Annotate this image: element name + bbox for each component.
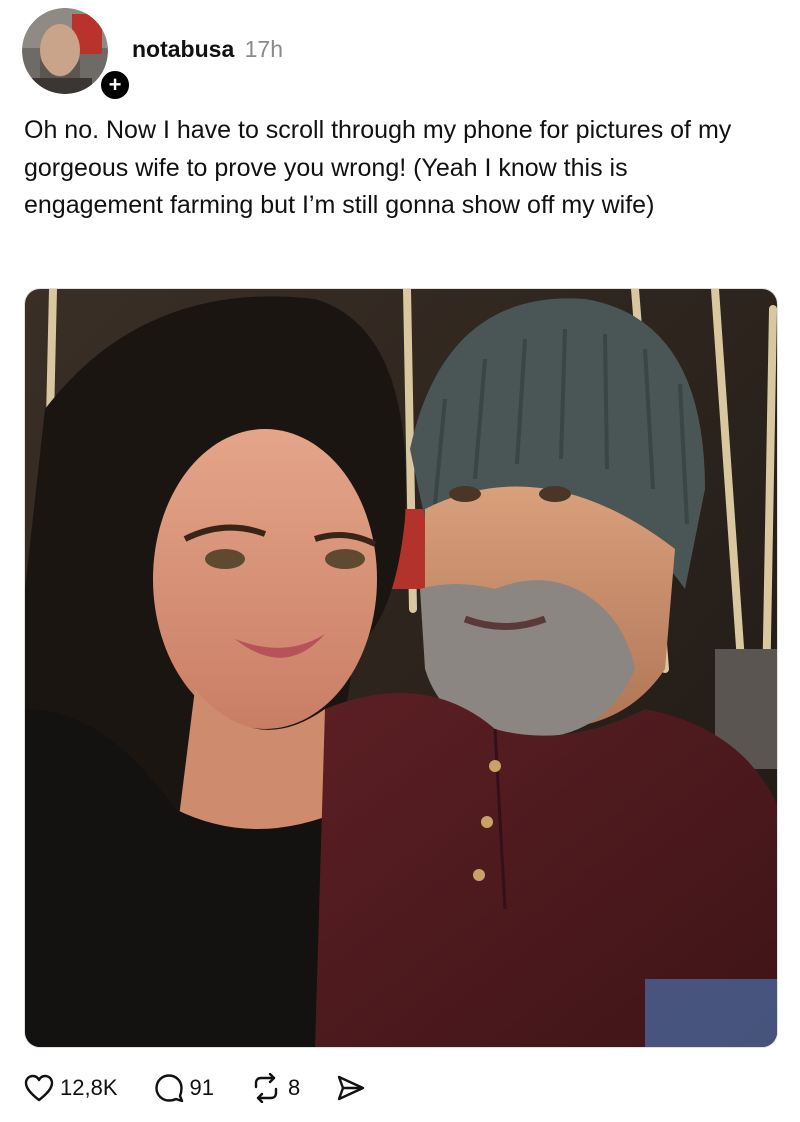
username-link[interactable]: notabusa — [132, 36, 234, 62]
post-actions: 12,8K 91 8 — [24, 1068, 402, 1108]
post-timestamp: 17h — [244, 36, 283, 62]
heart-icon — [24, 1074, 54, 1102]
photo-couple-selfie-image — [25, 289, 777, 1047]
like-count: 12,8K — [60, 1075, 118, 1100]
share-icon — [338, 1075, 365, 1101]
avatar[interactable] — [22, 8, 108, 94]
follow-button[interactable]: + — [98, 68, 132, 102]
reply-count: 91 — [189, 1075, 214, 1100]
reply-button[interactable]: 91 — [154, 1073, 214, 1103]
like-button[interactable]: 12,8K — [24, 1074, 118, 1102]
repost-count: 8 — [287, 1075, 301, 1100]
share-button[interactable] — [336, 1073, 366, 1103]
thread-post: + notabusa 17h Oh no. Now I have to scro… — [0, 0, 800, 1122]
repost-button[interactable]: 8 — [250, 1073, 300, 1103]
repost-icon — [254, 1073, 278, 1103]
profile-avatar[interactable]: + — [22, 8, 132, 102]
post-meta: notabusa 17h — [132, 36, 283, 63]
post-photo[interactable] — [24, 288, 778, 1048]
comment-icon — [154, 1074, 183, 1103]
post-text: Oh no. Now I have to scroll through my p… — [24, 116, 732, 219]
